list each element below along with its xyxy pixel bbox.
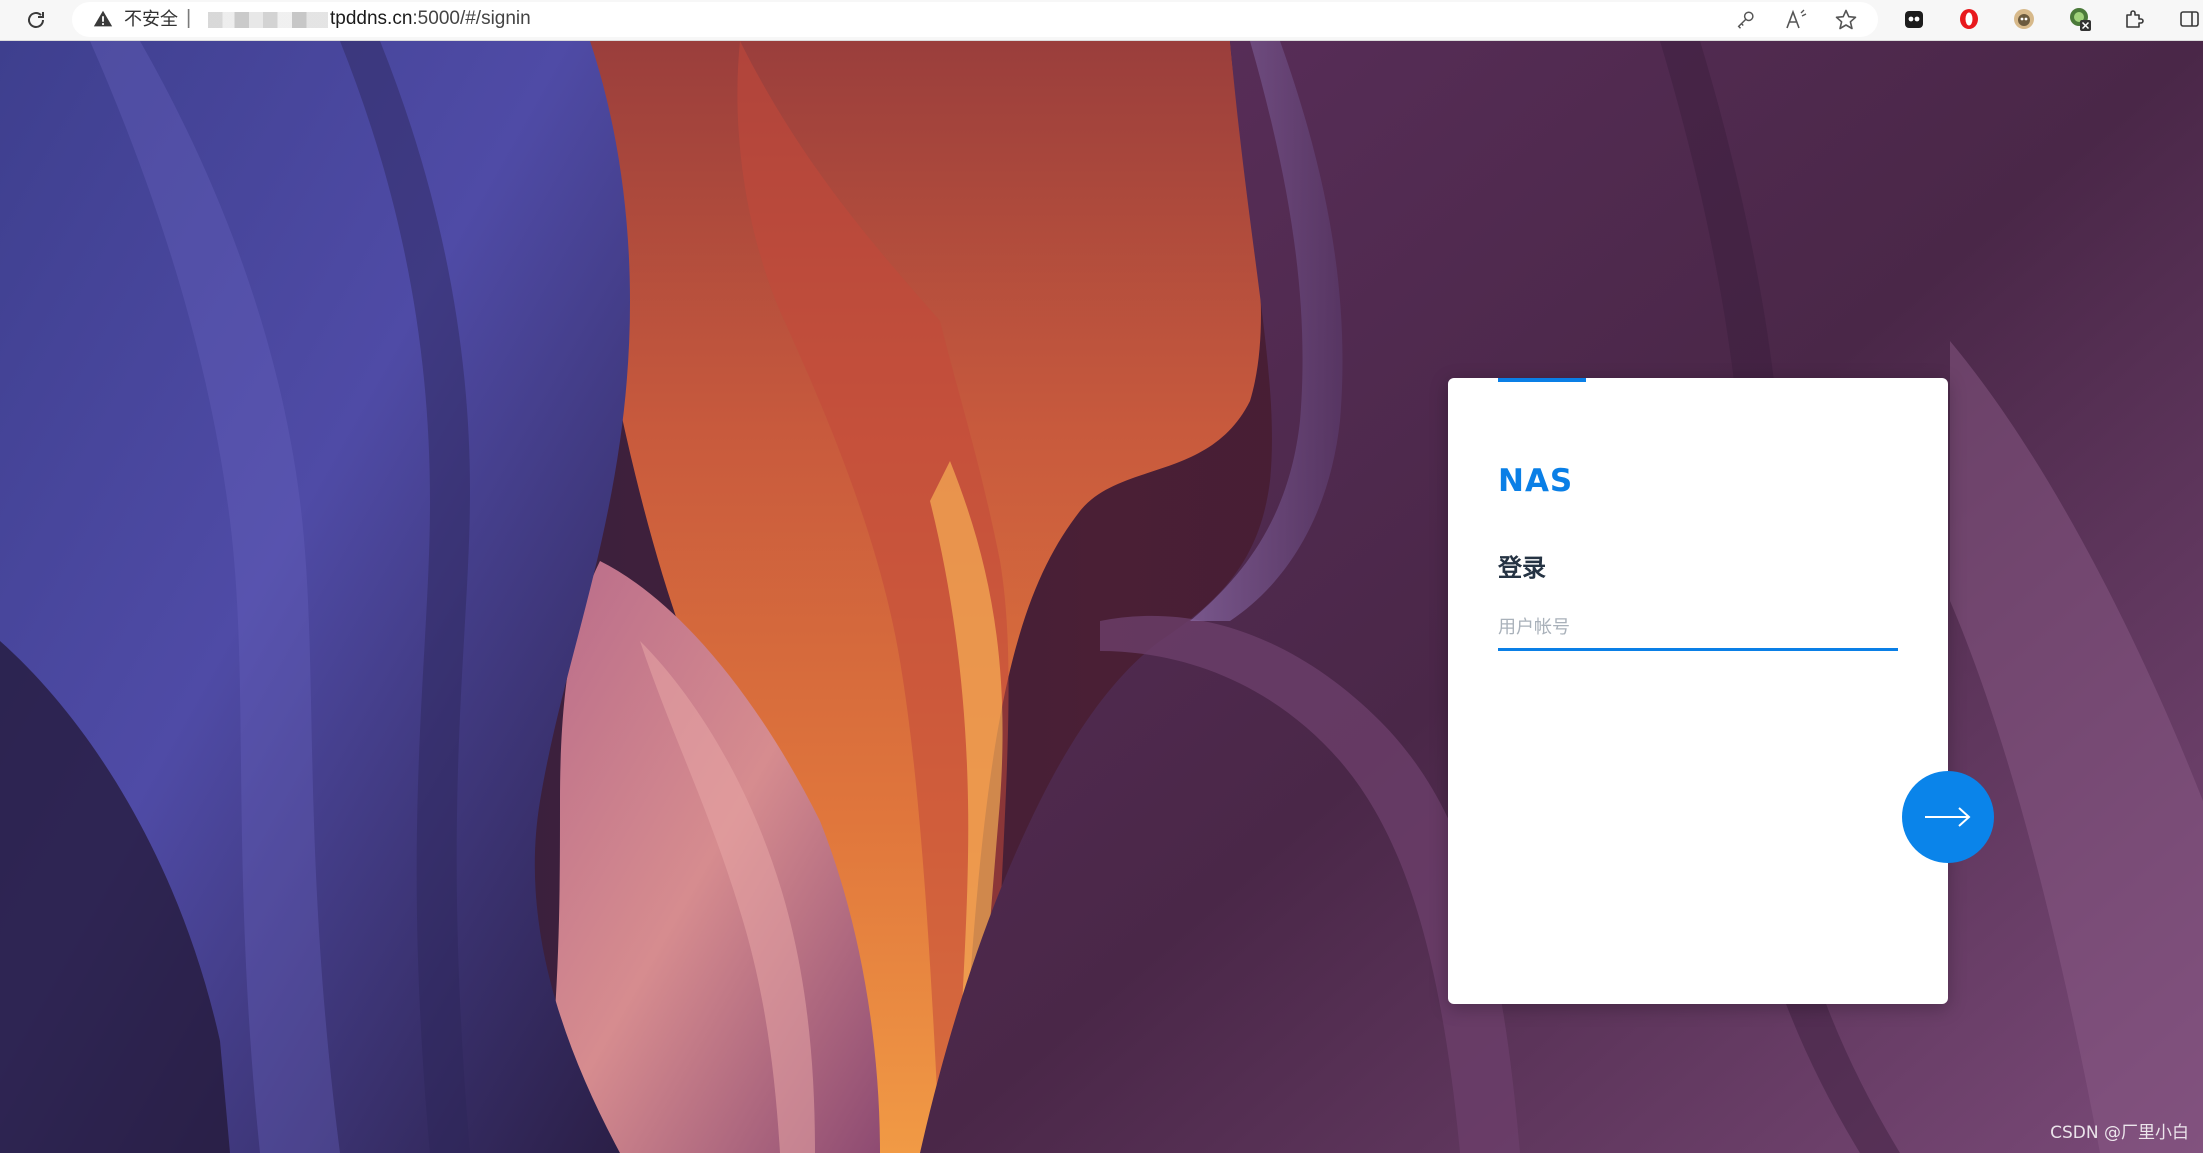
favorite-star-icon[interactable] [1832,6,1860,34]
address-bar[interactable]: 不安全 | tpddns.cn:5000/#/signin [72,2,1878,37]
login-card: NAS 登录 [1448,378,1948,1004]
brand-title: NAS [1498,463,1574,499]
submit-button[interactable] [1902,771,1994,863]
url-text[interactable]: tpddns.cn:5000/#/signin [330,8,531,30]
extension-ghost-icon[interactable] [1898,3,1930,35]
extensions-puzzle-icon[interactable] [2118,3,2150,35]
login-heading: 登录 [1498,554,1546,582]
username-field[interactable] [1498,606,1898,651]
watermark: CSDN @厂里小白 [2050,1123,2189,1143]
key-icon[interactable] [1732,6,1760,34]
extension-avatar-icon[interactable] [2008,3,2040,35]
extension-badge-icon[interactable] [2064,3,2096,35]
blurred-hostname [208,12,328,28]
security-label[interactable]: 不安全 [124,8,178,30]
browser-toolbar: 不安全 | tpddns.cn:5000/#/signin [0,0,2203,41]
url-separator: | [186,7,192,29]
sidebar-icon[interactable] [2174,3,2203,35]
reload-button[interactable] [20,4,52,36]
url-host: tpddns.cn [330,8,413,29]
url-path: :5000/#/signin [412,8,531,29]
card-accent-bar [1498,378,1586,382]
read-aloud-icon[interactable] [1782,6,1810,34]
extension-opera-icon[interactable] [1953,3,1985,35]
arrow-right-icon [1925,807,1971,827]
reload-icon [28,12,44,28]
warning-icon[interactable] [92,8,114,30]
